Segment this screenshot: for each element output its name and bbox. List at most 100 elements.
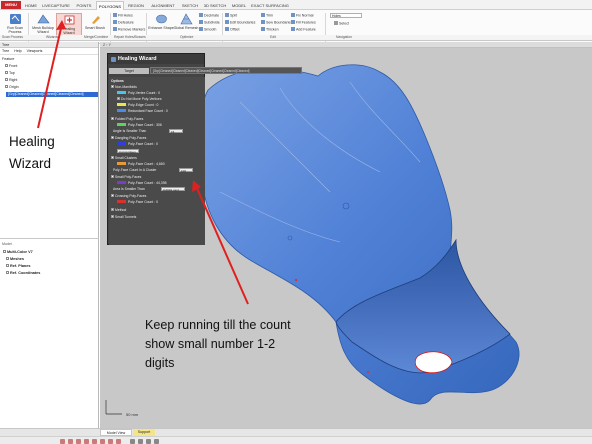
tool-icon[interactable] — [100, 438, 105, 444]
smooth-icon — [199, 27, 203, 31]
global-remesh-button[interactable]: Global Remesh — [173, 13, 199, 37]
non-manifolds-checkbox[interactable]: Non-Manifolds — [111, 85, 137, 90]
target-selector[interactable]: [Grp]Cleaned]Cleaned]Cleaned]Cleaned]Cle… — [150, 67, 302, 74]
angle-row: Angle Is Smaller Than — [113, 129, 147, 133]
tab-points[interactable]: POINTS — [73, 1, 95, 10]
offset-icon — [225, 27, 229, 31]
run-scan-process-button[interactable]: Run Scan Process — [2, 13, 28, 37]
mesh-buildup-wizard-button[interactable]: Mesh Buildup Wizard — [30, 13, 56, 37]
model-item-ref-planes[interactable]: Ref. Planes — [6, 263, 30, 269]
crossing-faces-checkbox[interactable]: Crossing Poly-Faces — [111, 194, 146, 199]
fill-holes-button[interactable]: Fill Holes — [113, 13, 133, 18]
decimate-button[interactable]: Decimate — [199, 13, 219, 18]
ribbon-group-labels: Scan Process Wizards Merge/Combine Repai… — [0, 35, 592, 41]
tree-item-origin[interactable]: Origin — [5, 85, 19, 90]
small-faces-checkbox[interactable]: Small Poly-Faces — [111, 175, 141, 180]
axis-triad-icon — [105, 400, 122, 415]
plane-icon — [5, 64, 8, 67]
tree-item-top[interactable]: Top — [5, 71, 15, 76]
tool-icon[interactable] — [68, 438, 73, 444]
tool-icon[interactable] — [84, 438, 89, 444]
view-icon[interactable] — [130, 438, 135, 444]
thicken-button[interactable]: Thicken — [261, 27, 279, 32]
sew-boundaries-icon — [261, 20, 265, 24]
trim-button[interactable]: Trim — [261, 13, 273, 18]
smooth-button[interactable]: Smooth — [199, 27, 216, 32]
tab-home[interactable]: HOME — [23, 1, 39, 10]
tool-icon[interactable] — [108, 438, 113, 444]
offset-button[interactable]: Offset — [225, 27, 240, 32]
view-icon[interactable] — [154, 438, 159, 444]
menu-button[interactable]: MENU — [1, 1, 21, 9]
fill-features-icon — [291, 20, 295, 24]
enhance-shape-button[interactable]: Enhance Shape — [148, 13, 174, 37]
poly-vertex-row: Poly-Vertex Count : 0 — [117, 91, 160, 96]
tab-exact-surfacing[interactable]: EXACT SURFACING — [250, 1, 290, 10]
model-panel-title: Model — [2, 242, 12, 246]
bottom-toolbar — [0, 436, 592, 444]
poly-edge-row: Poly-Edge Count : 0 — [117, 103, 158, 108]
edit-boundaries-button[interactable]: Edit Boundaries — [225, 20, 255, 25]
select-icon — [334, 21, 338, 25]
view-icon[interactable] — [146, 438, 151, 444]
angle-input[interactable]: 15 — [169, 129, 183, 134]
thicken-icon — [261, 27, 265, 31]
tab-model[interactable]: MODEL — [229, 1, 249, 10]
select-filter-combo[interactable]: Holes — [330, 13, 362, 18]
fix-normal-button[interactable]: Fix Normal — [291, 13, 313, 18]
viewports-tab[interactable]: Viewports — [27, 49, 43, 53]
model-item-multicolor[interactable]: Multi-Color V7 — [3, 249, 33, 255]
folded-faces-checkbox[interactable]: Folded Poly-Faces — [111, 117, 143, 122]
crossing-count-row: Poly-Face Count : 0 — [117, 200, 158, 205]
model-item-ref-coordinates[interactable]: Ref. Coordinates — [6, 270, 40, 276]
tool-icon[interactable] — [92, 438, 97, 444]
add-feature-button[interactable]: Add Feature — [291, 27, 316, 32]
tab-model-view[interactable]: Model View — [100, 429, 132, 436]
fill-features-button[interactable]: Fill Features — [291, 20, 316, 25]
tool-icon[interactable] — [76, 438, 81, 444]
small-tunnels-checkbox[interactable]: Small Tunnels — [111, 215, 136, 220]
tab-region[interactable]: REGION — [125, 1, 147, 10]
tab-alignment[interactable]: ALIGNMENT — [148, 1, 178, 10]
smart-brush-button[interactable]: Smart Brush — [82, 13, 108, 37]
plane-icon — [5, 78, 8, 81]
split-button[interactable]: Split — [225, 13, 237, 18]
model-item-meshes[interactable]: Meshes — [6, 256, 24, 262]
origin-icon — [5, 85, 8, 88]
remove-markers-button[interactable]: Remove Markers — [113, 27, 145, 32]
select-button[interactable]: Select — [334, 21, 349, 26]
defeature-button[interactable]: Defeature — [113, 20, 134, 25]
small-clusters-checkbox[interactable]: Small Clusters — [111, 156, 137, 161]
help-tab[interactable]: Help — [14, 49, 21, 53]
sew-boundaries-button[interactable]: Sew Boundaries — [261, 20, 292, 25]
dangling-faces-checkbox[interactable]: Dangling Poly-Faces — [111, 136, 146, 141]
tab-polygons[interactable]: POLYGONS — [96, 1, 124, 10]
healing-wizard-button[interactable]: Healing Wizard — [56, 13, 82, 37]
tab-livecapture[interactable]: LIVECAPTURE — [40, 1, 72, 10]
cluster-size-input[interactable]: 100 — [179, 168, 193, 173]
view-icon[interactable] — [138, 438, 143, 444]
target-label: Target — [109, 68, 149, 74]
options-header[interactable]: Options — [111, 79, 124, 84]
scale-label: 50 mm — [126, 412, 139, 417]
dangling-size-input[interactable]: 3 (cm) Open — [117, 149, 139, 154]
expand-icon — [6, 271, 9, 274]
do-not-move-checkbox[interactable]: Do Not Move Poly-Vertices — [117, 97, 162, 102]
tool-icon[interactable] — [116, 438, 121, 444]
tab-3d-sketch[interactable]: 3D SKETCH — [202, 1, 228, 10]
tab-sketch[interactable]: SKETCH — [179, 1, 201, 10]
add-feature-icon — [291, 27, 295, 31]
tree-item-selected-mesh[interactable]: [Grp]Cleaned]Cleaned]Cleaned]Cleaned]Cle… — [6, 92, 98, 97]
small-count-row: Poly-Face Count : 44,398 — [117, 181, 166, 186]
tab-support[interactable]: Support — [133, 429, 155, 436]
brush-icon — [91, 16, 100, 24]
tree-item-front[interactable]: Front — [5, 64, 17, 69]
area-row: Area Is Smaller Than — [113, 187, 145, 191]
healing-options: Options Non-Manifolds Poly-Vertex Count … — [109, 77, 205, 245]
tool-icon[interactable] — [60, 438, 65, 444]
area-input[interactable]: 0.0001 mm² — [161, 187, 185, 192]
tree-item-right[interactable]: Right — [5, 78, 17, 83]
method-section[interactable]: Method — [111, 208, 126, 213]
subdivide-button[interactable]: Subdivide — [199, 20, 220, 25]
tree-tab[interactable]: Tree — [2, 49, 9, 53]
